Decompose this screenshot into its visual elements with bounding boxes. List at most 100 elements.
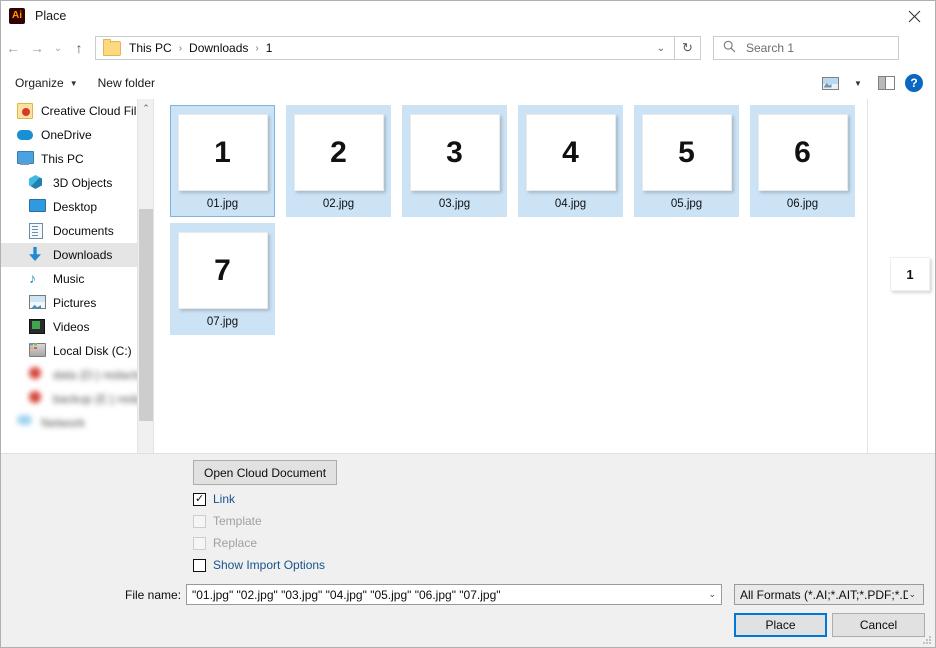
- cancel-button[interactable]: Cancel: [832, 613, 925, 637]
- breadcrumb-downloads[interactable]: Downloads: [187, 41, 250, 55]
- recent-locations-button[interactable]: ⌄: [49, 33, 67, 63]
- sidebar-item-data-d-redacted[interactable]: data (D:) redacted: [1, 363, 153, 387]
- file-name-field[interactable]: ⌄: [186, 584, 722, 605]
- file-tile[interactable]: 1 01.jpg: [170, 105, 275, 217]
- dialog-body: Creative Cloud Fil OneDrive This PC 3D Obje…: [1, 99, 935, 453]
- sidebar-item-backup-e-redacted[interactable]: backup (E:) redacted: [1, 387, 153, 411]
- sidebar-item-music[interactable]: ♪ Music: [1, 267, 153, 291]
- checkbox-label: Template: [213, 514, 262, 528]
- view-mode-button[interactable]: [817, 71, 843, 95]
- file-thumbnail: 1: [177, 114, 268, 191]
- file-name-label: 01.jpg: [206, 198, 239, 210]
- close-icon[interactable]: [891, 1, 935, 31]
- file-name-label: File name:: [125, 588, 182, 602]
- checkbox-box[interactable]: [193, 558, 206, 572]
- folder-icon: [103, 38, 121, 56]
- chevron-down-icon[interactable]: ⌄: [648, 37, 674, 59]
- desktop-icon: [29, 199, 46, 215]
- scrollbar-thumb[interactable]: [139, 209, 153, 421]
- file-type-dropdown[interactable]: All Formats (*.AI;*.AIT;*.PDF;*.D ⌄: [734, 584, 924, 605]
- command-toolbar: Organize ▼ New folder ▼ ?: [1, 67, 935, 100]
- search-input[interactable]: [744, 40, 888, 56]
- open-cloud-document-button[interactable]: Open Cloud Document: [193, 460, 338, 485]
- sidebar-item-label: Local Disk (C:): [53, 344, 132, 358]
- sidebar-item-creative-cloud-fil[interactable]: Creative Cloud Fil: [1, 99, 153, 123]
- view-mode-icon: [821, 76, 839, 90]
- file-tile[interactable]: 7 07.jpg: [170, 223, 275, 335]
- toolbar-right-group: ▼ ?: [817, 71, 935, 95]
- checkbox-show-import-options[interactable]: Show Import Options: [193, 558, 325, 572]
- organize-button[interactable]: Organize ▼: [9, 73, 84, 93]
- preview-pane: 1: [868, 99, 935, 453]
- refresh-icon[interactable]: ↻: [675, 36, 701, 60]
- back-button[interactable]: ←: [1, 33, 25, 63]
- drive-icon: [29, 367, 46, 383]
- up-button[interactable]: ↑: [67, 33, 91, 63]
- music-icon: ♪: [29, 270, 36, 286]
- sidebar-item-label: Videos: [53, 320, 90, 334]
- this-pc-icon: [17, 151, 34, 167]
- file-thumbnail: 7: [177, 232, 268, 309]
- drive-icon: [29, 391, 46, 407]
- file-grid: 1 01.jpg 2 02.jpg 3 03.jpg 4 04.jpg 5 05.jpg 6 06.j…: [170, 105, 867, 341]
- navigation-bar: ← → ⌄ ↑ This PC › Downloads › 1 ⌄ ↻: [1, 31, 935, 65]
- breadcrumb-separator: ›: [178, 42, 183, 54]
- sidebar-item-label: 3D Objects: [53, 176, 113, 190]
- sidebar-scrollbar[interactable]: ⌃ ⌄: [137, 99, 153, 453]
- resize-grip[interactable]: [922, 635, 932, 645]
- new-folder-button[interactable]: New folder: [92, 73, 161, 93]
- documents-icon: [29, 223, 46, 239]
- forward-button[interactable]: →: [25, 33, 49, 63]
- file-thumbnail: 4: [525, 114, 616, 191]
- file-name-input[interactable]: [187, 586, 694, 603]
- sidebar-item-downloads[interactable]: Downloads: [1, 243, 153, 267]
- help-button[interactable]: ?: [901, 71, 927, 95]
- sidebar-item-videos[interactable]: Videos: [1, 315, 153, 339]
- scroll-up-icon[interactable]: ⌃: [138, 99, 153, 117]
- file-tile[interactable]: 6 06.jpg: [750, 105, 855, 217]
- sidebar-item-network[interactable]: Network: [1, 411, 153, 435]
- sidebar-item-label: Desktop: [53, 200, 98, 214]
- help-icon: ?: [905, 74, 923, 92]
- search-box[interactable]: [713, 36, 899, 60]
- checkbox-label: Show Import Options: [213, 558, 326, 572]
- sidebar-item-label: Music: [53, 272, 85, 286]
- file-tile[interactable]: 3 03.jpg: [402, 105, 507, 217]
- file-list-pane[interactable]: 1 01.jpg 2 02.jpg 3 03.jpg 4 04.jpg 5 05.jpg 6 06.j…: [154, 99, 868, 453]
- downloads-icon: [29, 247, 46, 263]
- place-file-dialog: Ai Place ← → ⌄ ↑ This PC › Downloads › 1…: [0, 0, 936, 648]
- sidebar-item-label: Network: [41, 416, 86, 430]
- sidebar-item-desktop[interactable]: Desktop: [1, 195, 153, 219]
- sidebar-item-documents[interactable]: Documents: [1, 219, 153, 243]
- breadcrumb-this-pc[interactable]: This PC: [127, 41, 174, 55]
- sidebar-item-local-disk-c[interactable]: Local Disk (C:): [1, 339, 153, 363]
- checkbox-box[interactable]: ✓: [193, 492, 206, 506]
- sidebar-item-3d-objects[interactable]: 3D Objects: [1, 171, 153, 195]
- sidebar-list: Creative Cloud Fil OneDrive This PC 3D Obje…: [1, 99, 153, 435]
- preview-pane-button[interactable]: [873, 71, 899, 95]
- search-icon: [723, 40, 736, 56]
- sidebar-item-this-pc[interactable]: This PC: [1, 147, 153, 171]
- window-title: Place: [35, 9, 67, 23]
- sidebar-item-label: Documents: [53, 224, 114, 238]
- checkbox-link[interactable]: ✓ Link: [193, 492, 235, 506]
- checkbox-label: Link: [213, 492, 236, 506]
- file-tile[interactable]: 4 04.jpg: [518, 105, 623, 217]
- file-name-label: 07.jpg: [206, 316, 239, 328]
- place-button[interactable]: Place: [734, 613, 827, 637]
- sidebar-item-onedrive[interactable]: OneDrive: [1, 123, 153, 147]
- network-icon: [17, 415, 34, 431]
- breadcrumb-separator: ›: [255, 42, 259, 54]
- file-thumbnail: 6: [757, 114, 848, 191]
- chevron-down-icon: ⌄: [908, 589, 916, 599]
- view-mode-dropdown[interactable]: ▼: [845, 71, 871, 95]
- new-folder-label: New folder: [97, 76, 155, 90]
- sidebar-item-pictures[interactable]: Pictures: [1, 291, 153, 315]
- title-bar: Ai Place: [1, 1, 935, 31]
- file-tile[interactable]: 2 02.jpg: [286, 105, 391, 217]
- chevron-down-icon[interactable]: ⌄: [708, 589, 721, 600]
- address-bar[interactable]: This PC › Downloads › 1 ⌄: [95, 36, 675, 60]
- file-tile[interactable]: 5 05.jpg: [634, 105, 739, 217]
- breadcrumb-1[interactable]: 1: [264, 41, 275, 55]
- file-name-label: 02.jpg: [322, 198, 355, 210]
